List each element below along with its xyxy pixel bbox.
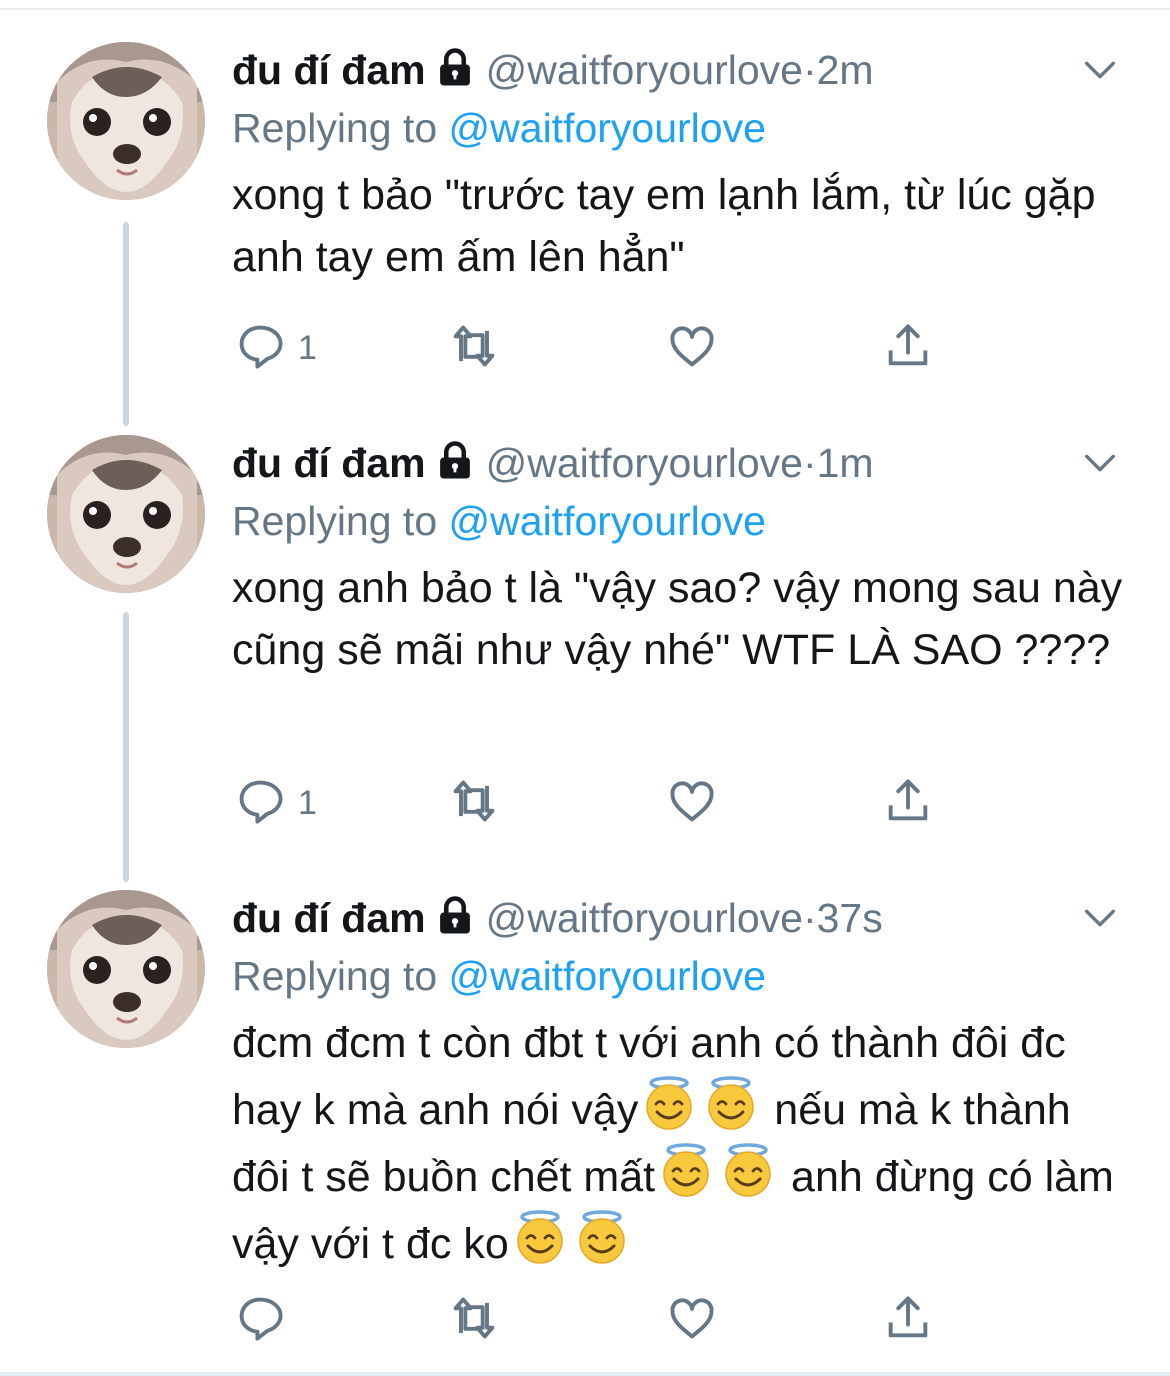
tweet-text-part: xong anh bảo t là "vậy sao? vậy mong sau… [232, 564, 1123, 674]
avatar[interactable] [47, 42, 205, 200]
like-icon [666, 320, 718, 377]
tweet-actions: 1 [232, 773, 952, 833]
chevron-down-icon[interactable] [1080, 50, 1120, 90]
reply-icon [234, 320, 286, 377]
reply-button[interactable]: 1 [234, 773, 317, 833]
like-icon [666, 775, 718, 832]
reply-button[interactable]: 1 [234, 318, 317, 378]
share-button[interactable] [882, 1290, 934, 1350]
tweet-text: xong t bảo "trước tay em lạnh lắm, từ lú… [232, 164, 1140, 288]
top-divider [0, 0, 1170, 10]
retweet-button[interactable] [448, 1290, 500, 1350]
display-name[interactable]: đu đí đam [232, 47, 426, 93]
avatar[interactable] [47, 435, 205, 593]
share-icon [882, 320, 934, 377]
share-icon [882, 775, 934, 832]
retweet-icon [448, 1292, 500, 1349]
share-button[interactable] [882, 318, 934, 378]
like-button[interactable] [666, 318, 718, 378]
smiling-face-with-halo-emoji [573, 1208, 631, 1266]
share-button[interactable] [882, 773, 934, 833]
bottom-divider [0, 1372, 1170, 1376]
lock-icon [434, 440, 476, 482]
retweet-icon [448, 320, 500, 377]
lock-icon [434, 895, 476, 937]
replying-to: Replying to @waitforyourlove [232, 946, 1140, 1006]
tweet-actions: 1 [232, 318, 952, 378]
chevron-down-icon[interactable] [1080, 898, 1120, 938]
smiling-face-with-halo-emoji [640, 1074, 698, 1132]
thread-line [123, 222, 129, 426]
replying-prefix: Replying to [232, 105, 438, 151]
retweet-button[interactable] [448, 773, 500, 833]
reply-count: 1 [298, 783, 317, 822]
reply-button[interactable] [234, 1290, 298, 1350]
tweet-text: xong anh bảo t là "vậy sao? vậy mong sau… [232, 557, 1140, 681]
retweet-button[interactable] [448, 318, 500, 378]
avatar[interactable] [47, 890, 205, 1048]
smiling-face-with-halo-emoji [657, 1141, 715, 1199]
reply-icon [234, 775, 286, 832]
separator-dot: · [802, 47, 817, 93]
share-icon [882, 1292, 934, 1349]
tweet-text: đcm đcm t còn đbt t với anh có thành đôi… [232, 1012, 1140, 1275]
like-icon [666, 1292, 718, 1349]
replying-prefix: Replying to [232, 498, 438, 544]
reply-count: 1 [298, 328, 317, 367]
timestamp[interactable]: 37s [817, 895, 883, 941]
chevron-down-icon[interactable] [1080, 443, 1120, 483]
mention-link[interactable]: @waitforyourlove [449, 953, 766, 999]
retweet-icon [448, 775, 500, 832]
replying-prefix: Replying to [232, 953, 438, 999]
smiling-face-with-halo-emoji [511, 1208, 569, 1266]
thread-line [123, 612, 129, 882]
display-name[interactable]: đu đí đam [232, 440, 426, 486]
separator-dot: · [802, 440, 817, 486]
replying-to: Replying to @waitforyourlove [232, 491, 1140, 551]
replying-to: Replying to @waitforyourlove [232, 98, 1140, 158]
smiling-face-with-halo-emoji [702, 1074, 760, 1132]
like-button[interactable] [666, 1290, 718, 1350]
user-handle[interactable]: @waitforyourlove [486, 47, 803, 93]
reply-icon [234, 1292, 286, 1349]
tweet-text-part: xong t bảo "trước tay em lạnh lắm, từ lú… [232, 171, 1096, 281]
tweet-actions [232, 1290, 952, 1350]
mention-link[interactable]: @waitforyourlove [449, 105, 766, 151]
smiling-face-with-halo-emoji [719, 1141, 777, 1199]
user-handle[interactable]: @waitforyourlove [486, 440, 803, 486]
lock-icon [434, 47, 476, 89]
timestamp[interactable]: 2m [817, 47, 874, 93]
mention-link[interactable]: @waitforyourlove [449, 498, 766, 544]
separator-dot: · [802, 895, 817, 941]
display-name[interactable]: đu đí đam [232, 895, 426, 941]
user-handle[interactable]: @waitforyourlove [486, 895, 803, 941]
timestamp[interactable]: 1m [817, 440, 874, 486]
like-button[interactable] [666, 773, 718, 833]
